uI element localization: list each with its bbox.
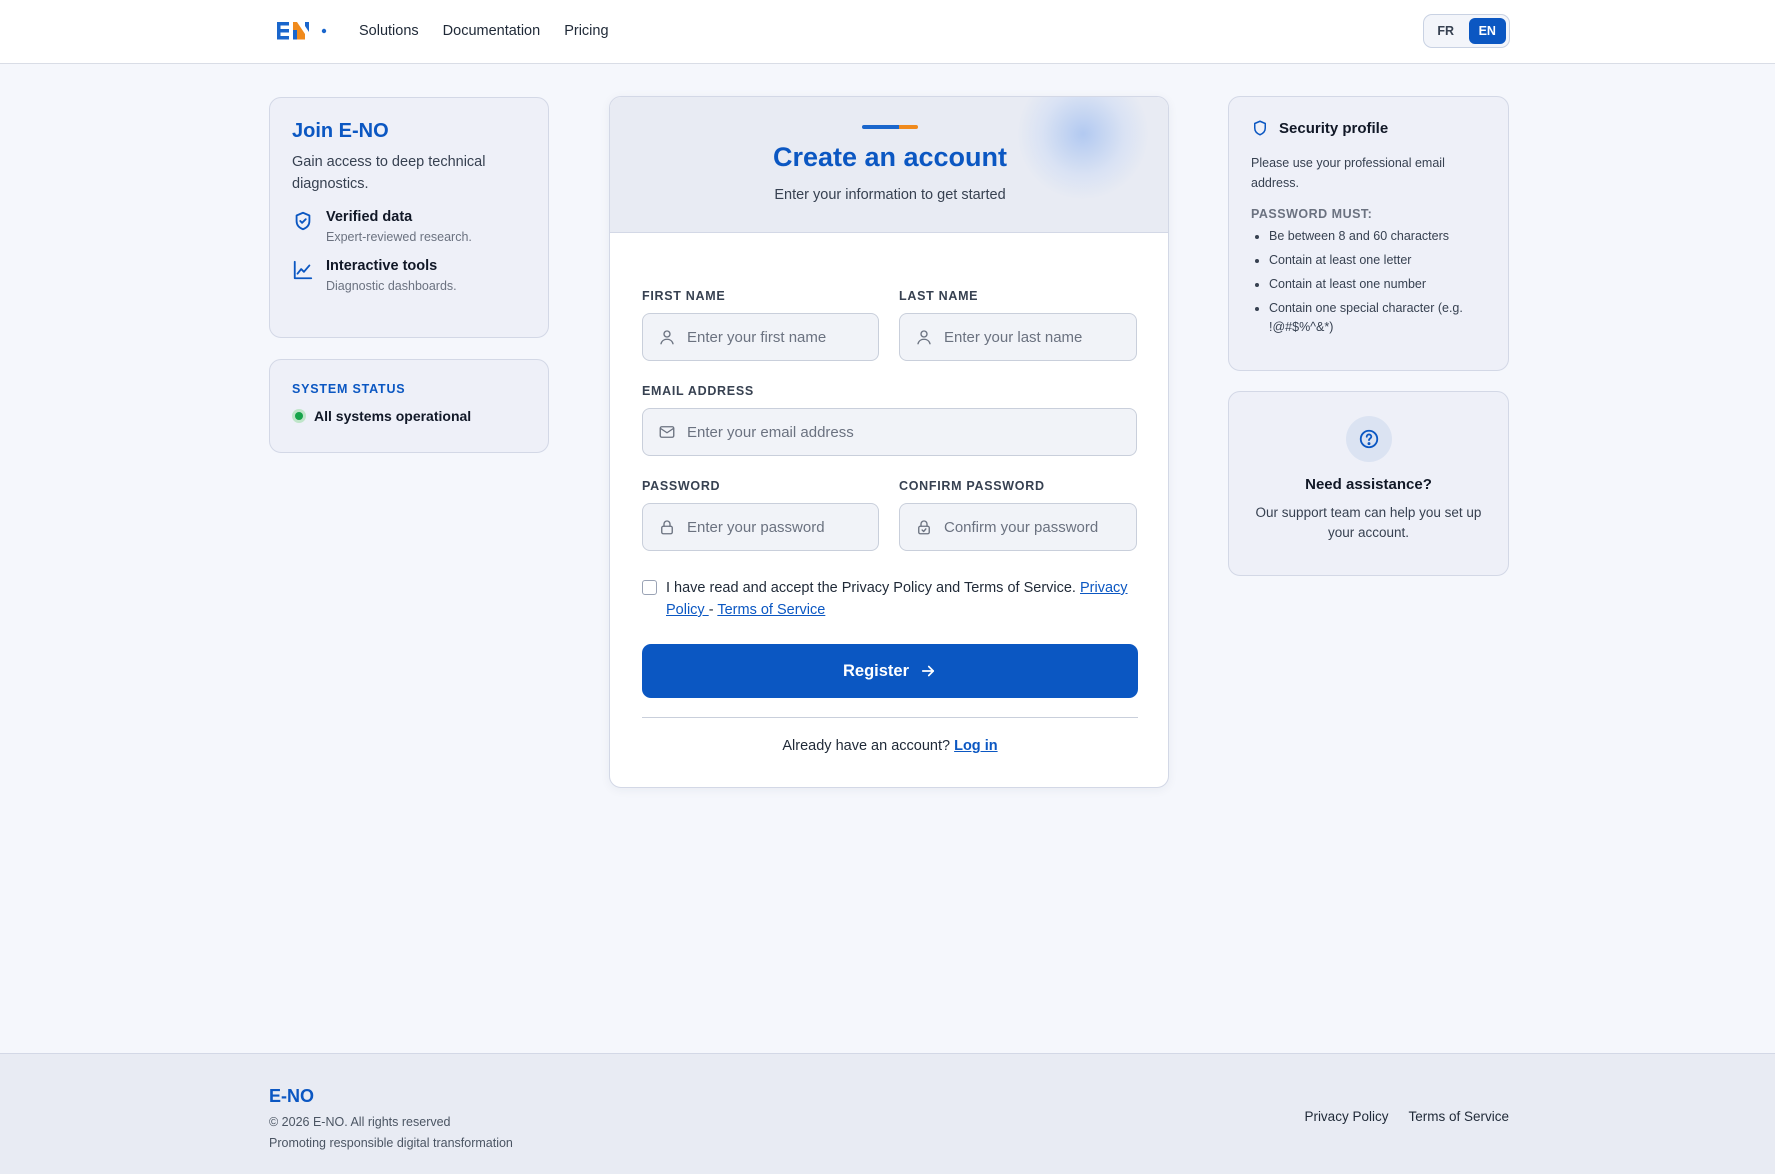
form-divider: [642, 717, 1138, 718]
help-icon-wrap[interactable]: [1345, 416, 1392, 462]
footer-copyright: © 2026 E-NO. All rights reserved: [269, 1115, 451, 1129]
last-name-input[interactable]: [944, 328, 1136, 346]
status-text: All systems operational: [314, 408, 472, 424]
terms-of-service-link[interactable]: Terms of Service: [717, 602, 825, 618]
help-card: Need assistance? Our support team can he…: [1228, 391, 1509, 576]
first-name-input[interactable]: [687, 328, 878, 346]
line-chart-icon: [293, 260, 313, 280]
security-profile-card: Security profile Please use your profess…: [1228, 96, 1509, 371]
lang-en-button[interactable]: EN: [1468, 18, 1506, 44]
feature-title: Interactive tools: [326, 258, 438, 274]
password-rules-list: Be between 8 and 60 characters Contain a…: [1251, 227, 1486, 337]
password-field[interactable]: [642, 503, 879, 551]
feature-item: Verified data Expert-reviewed research.: [292, 209, 526, 244]
join-subtitle: Gain access to deep technical diagnostic…: [292, 154, 486, 192]
last-name-label: LAST NAME: [899, 289, 979, 303]
email-label: EMAIL ADDRESS: [642, 384, 754, 398]
terms-text: I have read and accept the Privacy Polic…: [666, 577, 1138, 621]
last-name-field[interactable]: [899, 313, 1137, 361]
question-circle-icon: [1359, 429, 1378, 449]
shield-icon: [1254, 120, 1266, 136]
login-prompt: Already have an account?: [782, 738, 955, 754]
lang-fr-button[interactable]: FR: [1427, 18, 1465, 44]
confirm-password-input[interactable]: [944, 518, 1136, 536]
register-label: Register: [842, 661, 910, 680]
password-rule: Be between 8 and 60 characters: [1269, 227, 1486, 246]
join-title: Join E-NO: [292, 120, 389, 142]
mail-icon: [659, 426, 675, 438]
terms-statement: I have read and accept the Privacy Polic…: [666, 580, 1080, 596]
nav-pricing[interactable]: Pricing: [564, 23, 608, 39]
main-nav: Solutions Documentation Pricing: [359, 0, 609, 62]
first-name-field[interactable]: [642, 313, 879, 361]
password-input[interactable]: [687, 518, 878, 536]
status-label: SYSTEM STATUS: [292, 382, 406, 396]
terms-checkbox[interactable]: [642, 580, 657, 595]
nav-documentation[interactable]: Documentation: [443, 23, 541, 39]
email-input[interactable]: [687, 423, 1136, 441]
status-dot-icon: [292, 409, 306, 423]
register-button[interactable]: Register: [642, 644, 1138, 698]
form-subtitle: Enter your information to get started: [774, 187, 1006, 203]
register-form-card: Create an account Enter your information…: [609, 96, 1169, 788]
shield-check-icon: [295, 211, 311, 231]
first-name-label: FIRST NAME: [642, 289, 726, 303]
form-title: Create an account: [772, 142, 1008, 172]
footer-terms-link[interactable]: Terms of Service: [1408, 1109, 1509, 1124]
brand-logo[interactable]: [277, 20, 329, 42]
form-header: Create an account Enter your information…: [610, 97, 1168, 233]
password-label: PASSWORD: [642, 479, 721, 493]
footer-brand: E-NO: [269, 1086, 314, 1106]
feature-desc: Expert-reviewed research.: [326, 230, 472, 244]
user-icon: [660, 330, 674, 345]
page-footer: E-NO © 2026 E-NO. All rights reserved Pr…: [0, 1053, 1775, 1174]
feature-title: Verified data: [326, 209, 413, 225]
arrow-right-icon: [921, 665, 935, 677]
password-rule: Contain at least one letter: [1269, 251, 1486, 270]
accent-bar: [862, 125, 918, 129]
footer-links: Privacy Policy Terms of Service: [1304, 1109, 1509, 1124]
email-field[interactable]: [642, 408, 1137, 456]
security-text: Please use your professional email addre…: [1251, 156, 1445, 190]
security-header: Security profile: [1251, 119, 1486, 137]
password-rule: Contain at least one number: [1269, 275, 1486, 294]
help-title: Need assistance?: [1305, 476, 1432, 493]
help-text: Our support team can help you set up you…: [1255, 505, 1482, 540]
terms-separator: -: [708, 602, 714, 618]
top-header: Solutions Documentation Pricing FR EN: [0, 0, 1775, 64]
login-link[interactable]: Log in: [954, 738, 998, 754]
user-icon: [917, 330, 931, 345]
nav-solutions[interactable]: Solutions: [359, 23, 419, 39]
password-rules-label: PASSWORD MUST:: [1251, 207, 1373, 221]
login-row: Already have an account? Log in: [610, 738, 1168, 754]
language-switcher: FR EN: [1423, 14, 1510, 48]
confirm-password-field[interactable]: [899, 503, 1137, 551]
status-row: All systems operational: [292, 408, 526, 424]
join-card: Join E-NO Gain access to deep technical …: [269, 97, 549, 338]
footer-privacy-link[interactable]: Privacy Policy: [1304, 1109, 1388, 1124]
footer-tagline: Promoting responsible digital transforma…: [269, 1136, 513, 1150]
lock-icon: [661, 520, 673, 535]
confirm-password-label: CONFIRM PASSWORD: [899, 479, 1045, 493]
system-status-card: SYSTEM STATUS All systems operational: [269, 359, 549, 453]
lock-check-icon: [918, 520, 930, 535]
feature-item: Interactive tools Diagnostic dashboards.: [292, 258, 526, 293]
security-title: Security profile: [1279, 119, 1389, 137]
feature-desc: Diagnostic dashboards.: [326, 279, 457, 293]
password-rule: Contain one special character (e.g. !@#$…: [1269, 299, 1486, 337]
terms-row: I have read and accept the Privacy Polic…: [642, 577, 1138, 621]
